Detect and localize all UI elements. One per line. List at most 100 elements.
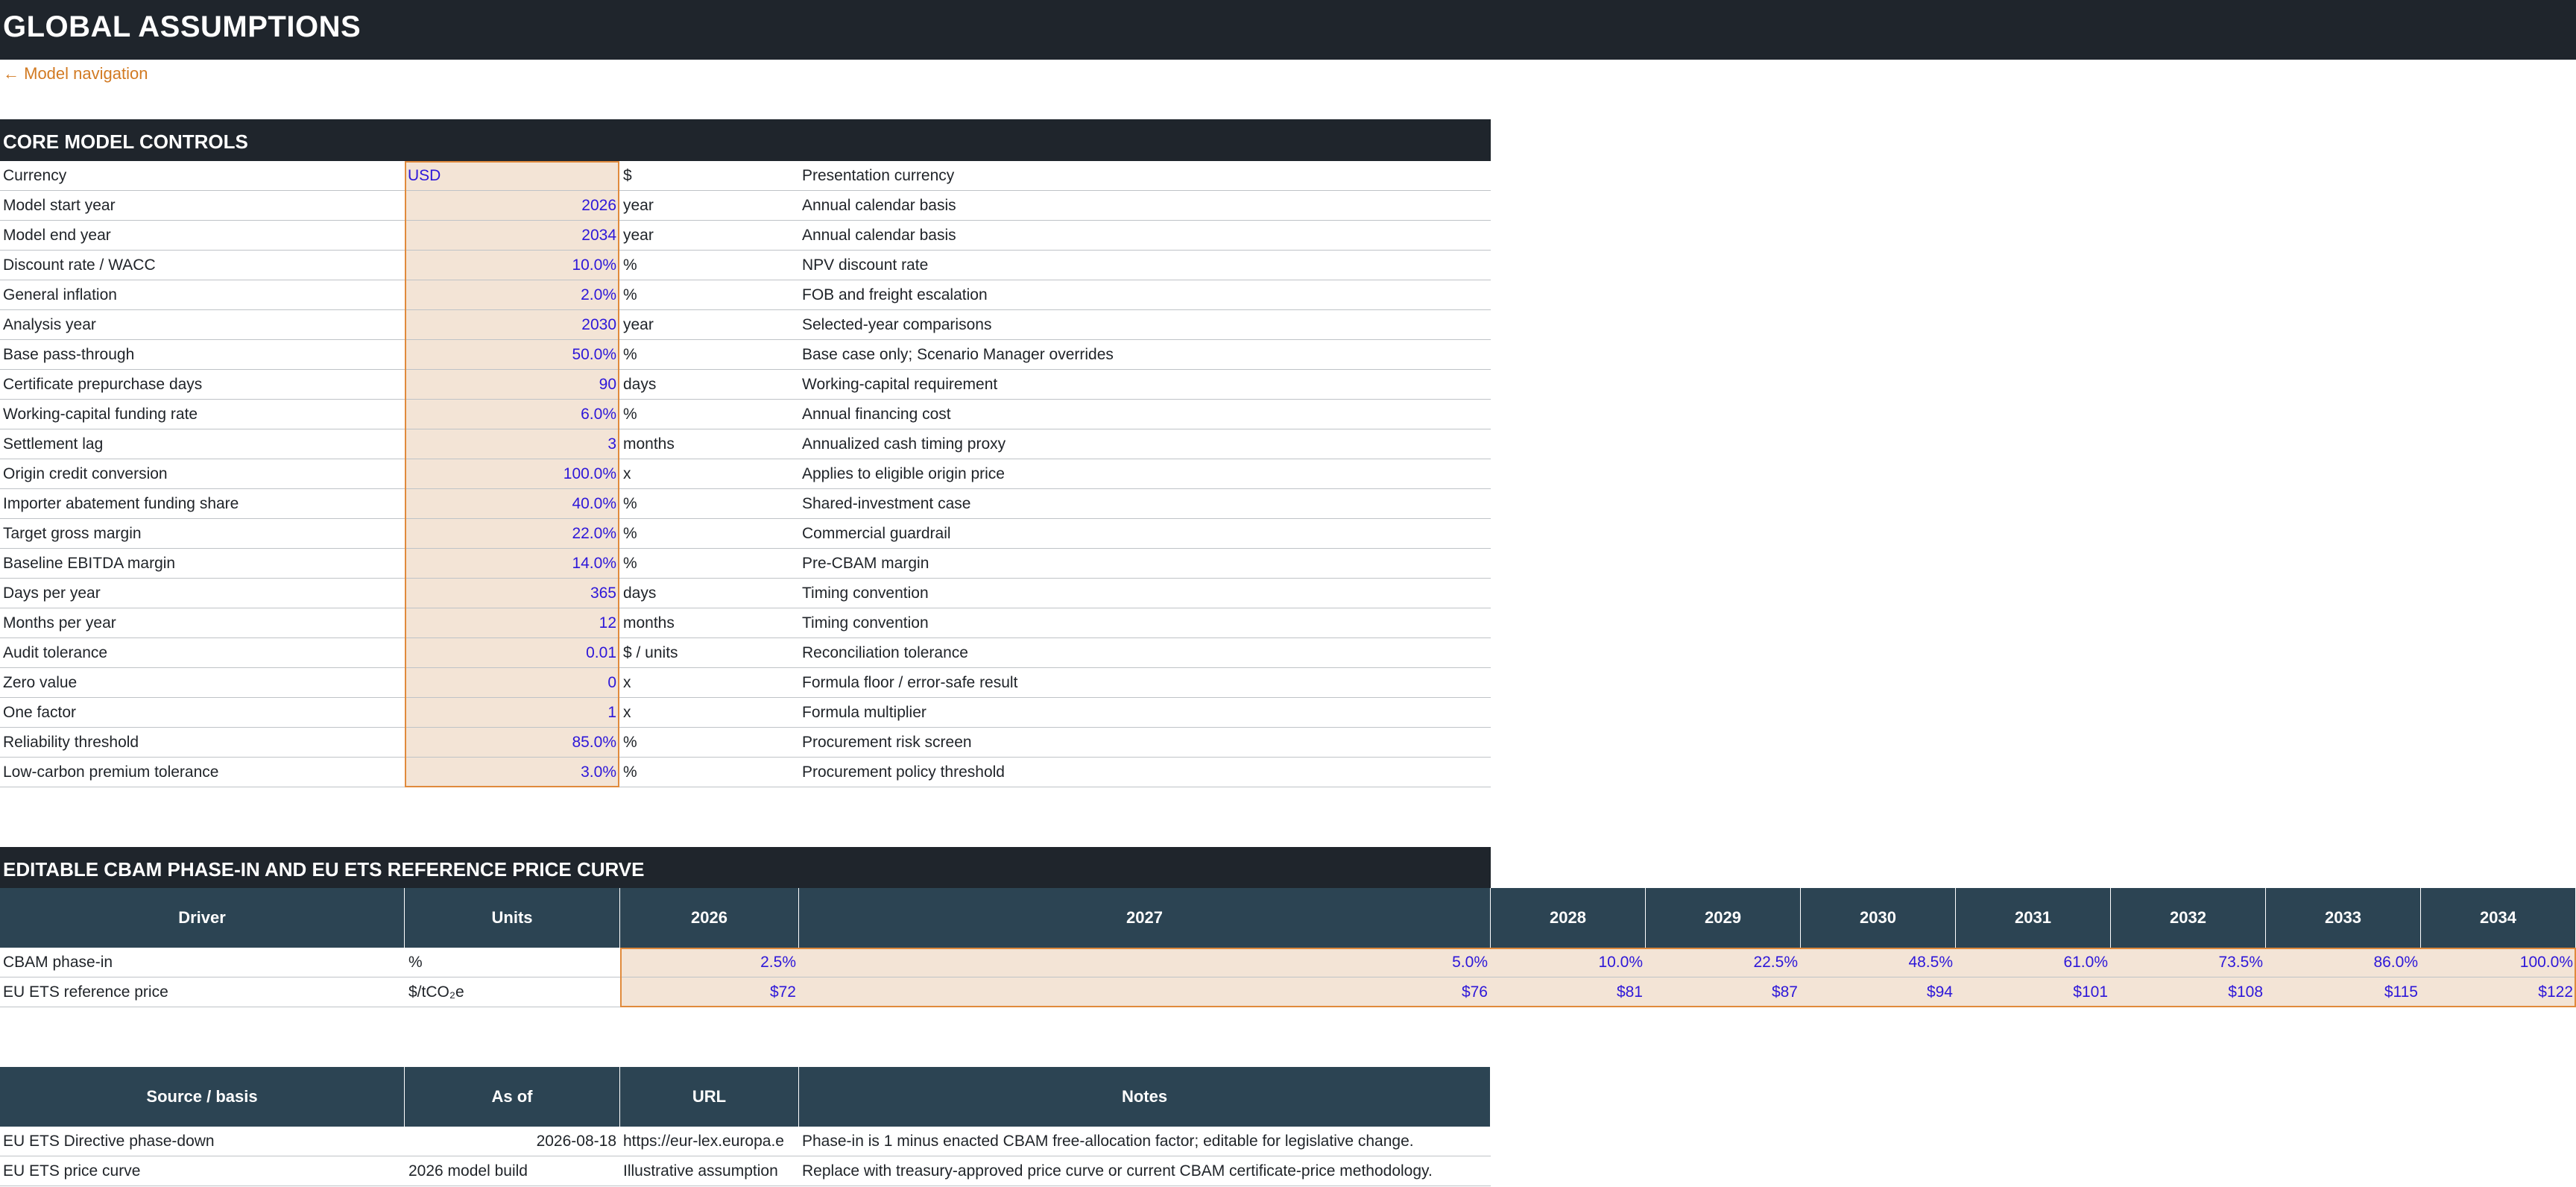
source-url-link[interactable]: https://eur-lex.europa.e: [623, 1133, 798, 1150]
column-header-url: URL: [620, 1067, 799, 1127]
control-input-cell[interactable]: 6.0%: [405, 400, 619, 429]
column-header-year: 2030: [1801, 888, 1956, 948]
control-input-cell[interactable]: 2034: [405, 221, 619, 250]
control-label: Settlement lag: [3, 435, 104, 453]
control-input-cell[interactable]: 12: [405, 608, 619, 637]
control-label: Discount rate / WACC: [3, 256, 156, 274]
year-input-cell[interactable]: $76: [799, 977, 1491, 1007]
as-of-date: 2026-08-18: [536, 1133, 616, 1150]
control-input-cell[interactable]: 3.0%: [405, 758, 619, 787]
control-label: Certificate prepurchase days: [3, 376, 203, 393]
control-unit: months: [623, 614, 675, 632]
section-title: EDITABLE CBAM PHASE-IN AND EU ETS REFERE…: [3, 858, 645, 881]
year-input-cell[interactable]: $101: [1956, 977, 2111, 1007]
core-controls-header: CORE MODEL CONTROLS: [0, 119, 1491, 161]
year-input-cell[interactable]: 61.0%: [1956, 948, 2111, 977]
control-input-cell[interactable]: USD: [405, 161, 619, 190]
year-input-cell[interactable]: $108: [2111, 977, 2266, 1007]
table-row: EU ETS price curve 2026 model build Illust…: [0, 1156, 1491, 1186]
control-note: Reconciliation tolerance: [802, 644, 968, 661]
control-input-cell[interactable]: 2.0%: [405, 280, 619, 309]
table-row: Audit tolerance 0.01 $ / units Reconciliati…: [0, 638, 1491, 668]
section-title: CORE MODEL CONTROLS: [3, 130, 248, 153]
control-input-cell[interactable]: 14.0%: [405, 549, 619, 578]
year-input-cell[interactable]: $94: [1801, 977, 1956, 1007]
table-row: Working-capital funding rate 6.0%% Annual …: [0, 400, 1491, 429]
year-input-cell[interactable]: 10.0%: [1491, 948, 1646, 977]
table-row: Settlement lag 3 months Annualized cash tim…: [0, 429, 1491, 459]
control-note: Annual financing cost: [802, 406, 951, 423]
control-unit: %: [623, 406, 637, 423]
source-notes: Phase-in is 1 minus enacted CBAM free-al…: [802, 1133, 1414, 1150]
column-header-source: Source / basis: [0, 1067, 405, 1127]
control-label: Days per year: [3, 585, 101, 602]
control-input-cell[interactable]: 22.0%: [405, 519, 619, 548]
driver-label: CBAM phase-in: [3, 954, 113, 971]
control-label: Audit tolerance: [3, 644, 108, 661]
control-input-cell[interactable]: 10.0%: [405, 251, 619, 280]
year-input-cell[interactable]: $72: [620, 977, 799, 1007]
column-header-as-of: As of: [405, 1067, 620, 1127]
control-input-cell[interactable]: 50.0%: [405, 340, 619, 369]
control-unit: $ / units: [623, 644, 678, 661]
control-note: Presentation currency: [802, 167, 955, 184]
control-unit: x: [623, 465, 631, 482]
year-input-cell[interactable]: 86.0%: [2266, 948, 2421, 977]
year-input-cell[interactable]: 5.0%: [799, 948, 1491, 977]
control-input-cell[interactable]: 40.0%: [405, 489, 619, 518]
control-input-cell[interactable]: 2026: [405, 191, 619, 220]
control-input-cell[interactable]: 0: [405, 668, 619, 697]
control-input-cell[interactable]: 2030: [405, 310, 619, 339]
year-input-cell[interactable]: 22.5%: [1646, 948, 1801, 977]
control-note: Applies to eligible origin price: [802, 465, 1005, 482]
control-input-cell[interactable]: 3: [405, 429, 619, 459]
table-row: Analysis year 2030 year Selected-year compa…: [0, 310, 1491, 340]
year-input-cell[interactable]: 73.5%: [2111, 948, 2266, 977]
control-note: Annual calendar basis: [802, 227, 956, 244]
year-input-cell[interactable]: $115: [2266, 977, 2421, 1007]
control-input-cell[interactable]: 365: [405, 579, 619, 608]
control-unit: %: [623, 763, 637, 781]
source-basis: EU ETS price curve: [3, 1162, 141, 1180]
control-input-cell[interactable]: 100.0%: [405, 459, 619, 488]
table-row: Base pass-through 50.0%% Base case only; S…: [0, 340, 1491, 370]
control-input-cell[interactable]: 90: [405, 370, 619, 399]
control-unit: %: [623, 525, 637, 542]
control-input-cell[interactable]: 85.0%: [405, 728, 619, 757]
table-row: Model start year 2026 year Annual calendar …: [0, 191, 1491, 221]
phase-in-header: EDITABLE CBAM PHASE-IN AND EU ETS REFERE…: [0, 847, 1491, 889]
as-of-date: 2026 model build: [408, 1162, 528, 1180]
control-note: FOB and freight escalation: [802, 286, 988, 303]
year-input-cell[interactable]: $81: [1491, 977, 1646, 1007]
year-input-cell[interactable]: 100.0%: [2421, 948, 2576, 977]
year-input-cell[interactable]: $122: [2421, 977, 2576, 1007]
model-navigation-link[interactable]: ← Model navigation: [3, 64, 148, 84]
control-note: Procurement policy threshold: [802, 763, 1005, 781]
year-input-cell[interactable]: 2.5%: [620, 948, 799, 977]
year-input-cell[interactable]: $87: [1646, 977, 1801, 1007]
year-input-cell[interactable]: 48.5%: [1801, 948, 1956, 977]
control-label: Working-capital funding rate: [3, 406, 198, 423]
control-unit: year: [623, 227, 654, 244]
table-row: EU ETS Directive phase-down 2026-08-18 htt…: [0, 1127, 1491, 1156]
control-note: NPV discount rate: [802, 256, 929, 274]
driver-units: %: [408, 954, 423, 971]
control-note: Base case only; Scenario Manager overrid…: [802, 346, 1114, 363]
control-label: Origin credit conversion: [3, 465, 168, 482]
control-input-cell[interactable]: 0.01: [405, 638, 619, 667]
table-row: General inflation 2.0%% FOB and freight es…: [0, 280, 1491, 310]
driver-label: EU ETS reference price: [3, 983, 168, 1001]
control-note: Formula multiplier: [802, 704, 926, 721]
control-note: Selected-year comparisons: [802, 316, 992, 333]
control-label: Model end year: [3, 227, 111, 244]
table-row: Reliability threshold 85.0%% Procurement r…: [0, 728, 1491, 758]
control-label: Importer abatement funding share: [3, 495, 239, 512]
control-label: Currency: [3, 167, 67, 184]
source-basis: EU ETS Directive phase-down: [3, 1133, 215, 1150]
control-label: Zero value: [3, 674, 78, 691]
control-unit: %: [623, 495, 637, 512]
control-input-cell[interactable]: 1: [405, 698, 619, 727]
control-unit: year: [623, 197, 654, 214]
control-unit: months: [623, 435, 675, 453]
column-header-year: 2034: [2421, 888, 2576, 948]
